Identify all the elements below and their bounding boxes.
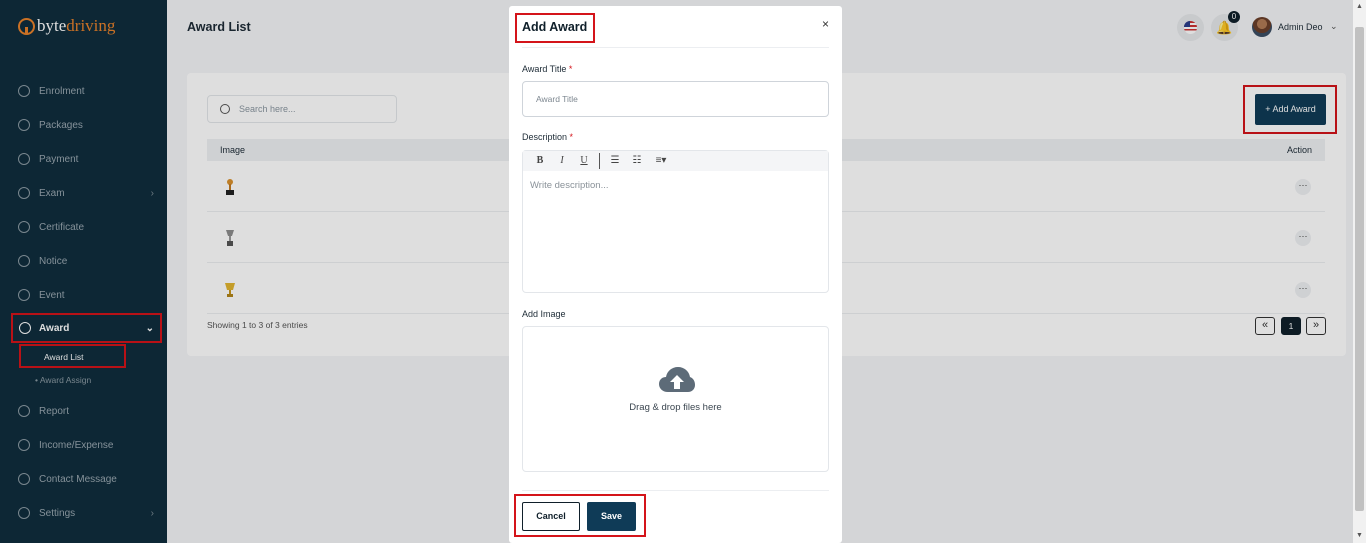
add-award-modal: Add Award × Award Title * Award Title De… (509, 6, 842, 543)
image-dropzone[interactable]: Drag & drop files here (522, 326, 829, 472)
cloud-upload-icon (659, 367, 695, 392)
page-scrollbar[interactable]: ▲ ▼ (1353, 0, 1366, 543)
dropzone-text: Drag & drop files here (629, 402, 722, 413)
italic-button[interactable]: I (551, 153, 573, 169)
modal-divider (522, 47, 829, 48)
modal-footer-divider (522, 490, 829, 491)
underline-button[interactable]: U (573, 153, 595, 169)
bulleted-list-button[interactable]: ☰ (604, 153, 626, 169)
award-title-label-text: Award Title (522, 64, 567, 74)
scrollbar-thumb[interactable] (1355, 27, 1364, 511)
add-image-label: Add Image (522, 309, 566, 319)
award-title-label: Award Title * (522, 64, 572, 74)
scroll-up-icon[interactable]: ▲ (1356, 3, 1363, 10)
scroll-down-icon[interactable]: ▼ (1356, 532, 1363, 539)
editor-toolbar: B I U ☰ ☷ ≡▾ (523, 151, 828, 171)
required-marker: * (569, 132, 574, 142)
save-button[interactable]: Save (587, 502, 636, 531)
bold-button[interactable]: B (529, 153, 551, 169)
cancel-button[interactable]: Cancel (522, 502, 580, 531)
description-label: Description * (522, 132, 573, 142)
modal-title: Add Award (515, 13, 595, 43)
award-title-input[interactable]: Award Title (522, 81, 829, 117)
numbered-list-button[interactable]: ☷ (626, 153, 648, 169)
toolbar-divider (599, 153, 600, 169)
description-editor[interactable]: B I U ☰ ☷ ≡▾ Write description... (522, 150, 829, 293)
description-placeholder: Write description... (530, 180, 609, 191)
description-label-text: Description (522, 132, 568, 142)
align-dropdown-button[interactable]: ≡▾ (648, 153, 674, 169)
required-marker: * (568, 64, 573, 74)
close-icon[interactable]: × (822, 17, 829, 31)
